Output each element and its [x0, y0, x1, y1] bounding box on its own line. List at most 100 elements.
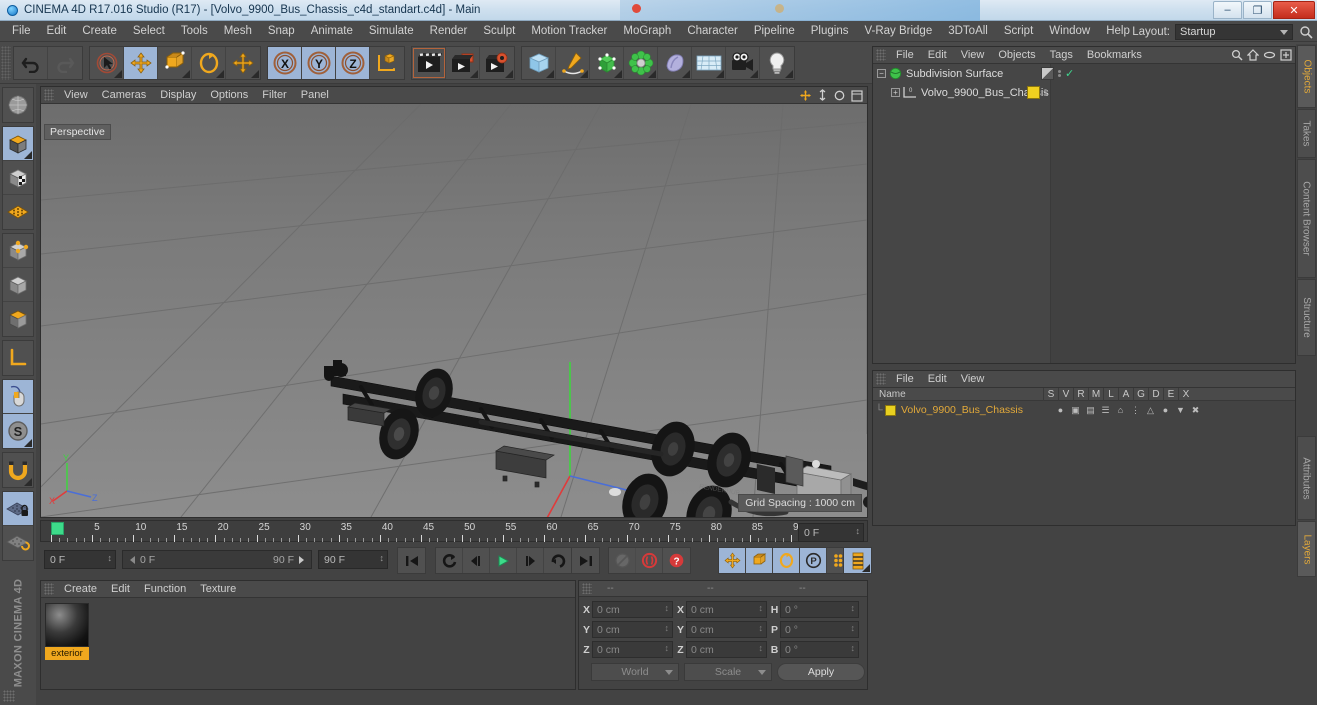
material-item[interactable]: exterior — [45, 603, 89, 660]
layout-dropdown[interactable]: Startup — [1175, 24, 1293, 40]
expand-toggle-icon[interactable]: − — [877, 69, 886, 78]
menu-item-select[interactable]: Select — [125, 23, 173, 39]
expand-toggle-icon[interactable]: + — [891, 88, 900, 97]
timeline-toggle-icon[interactable] — [844, 548, 871, 573]
menu-item-v-ray-bridge[interactable]: V-Ray Bridge — [856, 23, 940, 39]
menu-item-script[interactable]: Script — [996, 23, 1041, 39]
render-region-icon[interactable] — [446, 46, 480, 79]
key-scale-icon[interactable] — [746, 548, 773, 573]
menu-item-tools[interactable]: Tools — [173, 23, 216, 39]
timeline-current-frame-field[interactable]: 0 F — [798, 523, 864, 542]
layer-flag-s-icon[interactable]: ● — [1053, 405, 1068, 415]
move-axis-icon[interactable] — [226, 47, 260, 79]
play-icon[interactable] — [490, 548, 517, 573]
object-menu-file[interactable]: File — [889, 48, 921, 62]
axis-z-button[interactable]: Z — [336, 46, 370, 79]
layer-flag-r-icon[interactable]: ▤ — [1083, 405, 1098, 416]
layer-column-e[interactable]: E — [1163, 387, 1178, 401]
lock-workplane-icon[interactable] — [3, 492, 33, 526]
spinner-icon[interactable]: ↕ — [759, 623, 764, 633]
polygon-axis-icon[interactable] — [3, 195, 33, 229]
viewport-menu-filter[interactable]: Filter — [255, 88, 293, 102]
enabled-check-icon[interactable]: ✓ — [1065, 67, 1074, 80]
viewport-menu-options[interactable]: Options — [203, 88, 255, 102]
layer-column-g[interactable]: G — [1133, 387, 1148, 401]
menu-item-3dtoall[interactable]: 3DToAll — [940, 23, 996, 39]
visibility-dots[interactable] — [1044, 88, 1047, 97]
menu-item-file[interactable]: File — [4, 23, 39, 39]
add-cube-icon[interactable] — [522, 46, 556, 79]
menu-item-create[interactable]: Create — [74, 23, 125, 39]
spinner-icon[interactable]: ↕ — [759, 603, 764, 613]
viewport-menu-display[interactable]: Display — [153, 88, 203, 102]
record-active-icon[interactable] — [636, 548, 663, 573]
spinner-icon[interactable]: ↕ — [851, 603, 856, 613]
tab-layers[interactable]: Layers — [1297, 521, 1316, 577]
add-light-icon[interactable] — [760, 47, 794, 79]
rotation-b-field[interactable]: 0 ° ↕ — [780, 641, 859, 658]
add-sculpt-icon[interactable] — [658, 46, 692, 79]
key-rotation-icon[interactable] — [773, 548, 800, 573]
menu-item-window[interactable]: Window — [1041, 23, 1098, 39]
menu-item-simulate[interactable]: Simulate — [361, 23, 422, 39]
search-icon[interactable] — [1299, 25, 1313, 39]
scale-tool-icon[interactable] — [158, 46, 192, 79]
menu-item-plugins[interactable]: Plugins — [803, 23, 857, 39]
polygon-mode-icon[interactable] — [3, 302, 33, 336]
menu-item-snap[interactable]: Snap — [260, 23, 303, 39]
material-menu-create[interactable]: Create — [57, 582, 104, 596]
render-view-icon[interactable] — [412, 46, 446, 79]
position-y-field[interactable]: 0 cm ↕ — [592, 621, 673, 638]
axis-modify-icon[interactable] — [3, 341, 33, 375]
layer-flag-a-icon[interactable]: ⋮ — [1128, 405, 1143, 416]
viewport-menu-view[interactable]: View — [57, 88, 95, 102]
layer-flag-e-icon[interactable]: ▼ — [1173, 405, 1188, 415]
layer-row[interactable]: └ Volvo_9900_Bus_Chassis ● ▣ ▤ ☰ ⌂ ⋮ △ ● ▼ ✖ — [873, 402, 1295, 418]
menu-item-edit[interactable]: Edit — [39, 23, 75, 39]
step-back-icon[interactable] — [463, 548, 490, 573]
preview-range-bar[interactable]: 0 F 90 F — [122, 550, 312, 569]
menu-item-pipeline[interactable]: Pipeline — [746, 23, 803, 39]
workplane-icon[interactable] — [3, 526, 33, 560]
viewport-scale-icon[interactable] — [817, 89, 828, 102]
maximize-button[interactable]: ❐ — [1243, 1, 1272, 19]
object-manager-grip[interactable] — [876, 49, 886, 61]
rotate-tool-icon[interactable] — [192, 46, 226, 79]
toolbar-grip[interactable] — [1, 45, 11, 80]
redo-button[interactable] — [48, 47, 82, 79]
object-row-subdivision-surface[interactable]: − Subdivision Surface ✓ — [873, 64, 1295, 83]
position-x-field[interactable]: 0 cm ↕ — [592, 601, 673, 618]
goto-end-icon[interactable] — [572, 548, 599, 573]
key-position-icon[interactable] — [719, 548, 746, 573]
preview-end-field[interactable]: 90 F — [318, 550, 388, 569]
tab-structure[interactable]: Structure — [1297, 279, 1316, 356]
spinner-icon[interactable]: ↕ — [665, 643, 670, 653]
layer-manager-grip[interactable] — [876, 373, 886, 385]
coordinate-system-dropdown[interactable]: World — [591, 662, 679, 681]
link-icon[interactable] — [1263, 50, 1276, 60]
timeline-playhead[interactable] — [51, 522, 64, 535]
position-z-field[interactable]: 0 cm ↕ — [592, 641, 673, 658]
menu-item-render[interactable]: Render — [422, 23, 476, 39]
layer-flag-x-icon[interactable]: ✖ — [1188, 405, 1203, 416]
size-z-field[interactable]: 0 cm ↕ — [686, 641, 767, 658]
layer-flag-d-icon[interactable]: ● — [1158, 405, 1173, 415]
object-manager-body[interactable]: − Subdivision Surface ✓ + 0 Volvo_9900_B… — [873, 64, 1295, 363]
magnet-tool-icon[interactable] — [3, 453, 33, 487]
layer-flag-m-icon[interactable]: ☰ — [1098, 405, 1113, 416]
menu-item-sculpt[interactable]: Sculpt — [475, 23, 523, 39]
model-mode-icon[interactable] — [3, 88, 33, 122]
live-selection-icon[interactable] — [90, 46, 124, 79]
loop-icon[interactable] — [436, 548, 463, 573]
rotation-p-field[interactable]: 0 ° ↕ — [780, 621, 859, 638]
layer-column-m[interactable]: M — [1088, 387, 1103, 401]
viewport-menu-cameras[interactable]: Cameras — [95, 88, 154, 102]
texture-mode-icon[interactable] — [3, 161, 33, 195]
layer-flag-g-icon[interactable]: △ — [1143, 405, 1158, 416]
axis-x-button[interactable]: X — [268, 46, 302, 79]
play-reverse-icon[interactable] — [544, 548, 571, 573]
tab-takes[interactable]: Takes — [1297, 109, 1316, 158]
layer-flag-v-icon[interactable]: ▣ — [1068, 405, 1083, 416]
material-manager-grip[interactable] — [44, 583, 54, 595]
viewport-grip[interactable] — [44, 89, 54, 101]
